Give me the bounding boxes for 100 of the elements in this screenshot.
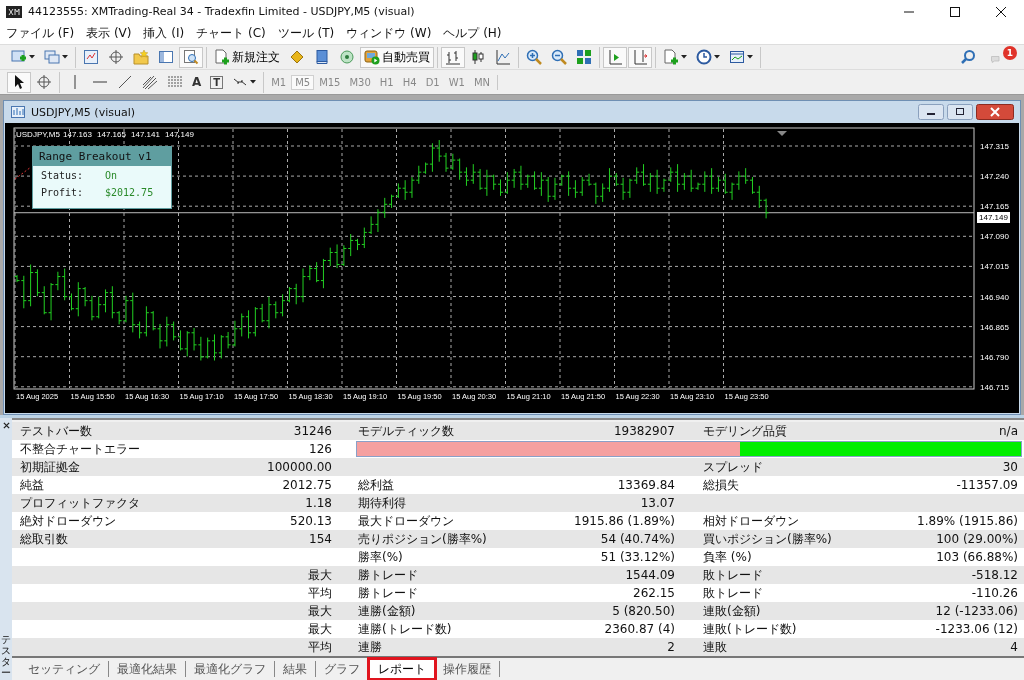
report-value: 最大 [308, 621, 332, 636]
price-value: 147.163 [63, 130, 92, 139]
price-value: 147.149 [165, 130, 194, 139]
chart-window-icon [10, 104, 26, 120]
panel-label: Profit: [41, 187, 85, 198]
report-label: 絶対ドローダウン [20, 513, 116, 528]
tab[interactable]: レポート [369, 659, 435, 679]
axis-label: 146.790 [980, 352, 1009, 362]
report-value: 100 (29.00%) [936, 532, 1018, 546]
report-value: 4 [1010, 640, 1018, 654]
crosshair-icon [36, 74, 52, 90]
tab[interactable]: セッティング [20, 661, 109, 677]
close-icon[interactable] [2, 422, 10, 429]
axis-play-icon [607, 49, 623, 65]
report-value: 最大 [308, 567, 332, 582]
report-value: 262.15 [633, 586, 675, 600]
axis-label: 147.090 [980, 232, 1009, 242]
caret-icon [250, 80, 257, 84]
report-value: 13.07 [640, 496, 675, 510]
report-value: n/a [999, 424, 1018, 438]
report-label: 総利益 [358, 477, 394, 492]
horizontal-line-icon [93, 81, 107, 83]
menu-item[interactable]: ファイル (F) [2, 25, 83, 42]
chart-square-icon [83, 49, 99, 65]
document-plus-icon [663, 49, 679, 65]
report-label: 敗トレード [703, 567, 763, 582]
chart-window-title: USDJPY,M5 (visual) [31, 105, 136, 119]
report-label: 連勝 [358, 639, 382, 654]
report-value: 1.89% (1915.86) [917, 514, 1018, 528]
axis-arrow-icon [632, 49, 648, 65]
report-label: 最大ドローダウン [358, 513, 454, 528]
menu-item[interactable]: ツール (T) [273, 25, 343, 42]
toolbar-text-button[interactable]: 新規注文 [210, 46, 284, 68]
axis-label: 146.865 [980, 322, 1009, 332]
menu-item[interactable]: 挿入 (I) [139, 25, 193, 42]
caret-icon [62, 55, 68, 59]
panel-icon [158, 49, 174, 65]
price-value: 147.141 [131, 130, 160, 139]
menu-item[interactable]: 表示 (V) [82, 25, 140, 42]
window-plus-icon [11, 49, 27, 65]
report-label: 期待利得 [358, 495, 406, 510]
panel-value: On [105, 170, 118, 181]
tab[interactable]: 操作履歴 [435, 661, 500, 677]
price-value: 147.165 [97, 130, 126, 139]
report-label: スプレッド [703, 459, 763, 474]
report-value: -110.26 [971, 586, 1018, 600]
zoom-in-icon [526, 49, 542, 65]
menu-item[interactable]: ヘルプ (H) [439, 25, 510, 42]
chart-symbol: USDJPY,M5 [16, 130, 60, 139]
clock-icon [696, 49, 712, 65]
book-icon [314, 49, 330, 65]
window-title: 44123555: XMTrading-Real 34 - Tradexfin Limited - USDJPY,M5 (visual) [28, 5, 416, 18]
report-label: 連勝(トレード数) [358, 621, 452, 636]
template-icon [729, 49, 745, 65]
report-label: 総取引数 [20, 531, 68, 546]
report-label: 買いポジション(勝率%) [703, 531, 832, 546]
report-value: 5 (820.50) [612, 604, 675, 618]
axis-label: 147.015 [980, 262, 1009, 272]
report-value: 1915.86 (1.89%) [574, 514, 675, 528]
tab[interactable]: 結果 [275, 661, 316, 677]
report-label: 連敗(金額) [703, 603, 761, 618]
diamond-icon [289, 49, 305, 65]
tab[interactable]: 最適化結果 [109, 661, 186, 677]
toolbar-button[interactable] [7, 71, 31, 93]
search-icon[interactable] [960, 49, 976, 65]
report-label: 連勝(金額) [358, 603, 416, 618]
restore-icon[interactable] [947, 104, 973, 120]
report-label: 初期証拠金 [20, 459, 80, 474]
trend-line-icon [117, 74, 133, 90]
axis-label: 147.240 [980, 172, 1009, 182]
report-value: 31246 [293, 424, 332, 438]
report-value: 100000.00 [267, 460, 332, 474]
panel-label: Status: [41, 170, 85, 181]
report-value: 平均 [308, 585, 332, 600]
report-value: 2 [667, 640, 675, 654]
report-label: モデリング品質 [703, 423, 787, 438]
close-icon[interactable] [976, 104, 1014, 120]
report-value: 126 [309, 442, 332, 456]
report-value: -1233.06 (12) [935, 622, 1018, 636]
tab[interactable]: 最適化グラフ [186, 661, 275, 677]
menu-item[interactable]: ウィンドウ (W) [342, 25, 440, 42]
axis-label: 146.715 [980, 382, 1009, 392]
menu-item[interactable]: チャート (C) [192, 25, 274, 42]
panel-value: $2012.75 [105, 187, 154, 198]
report-label: テストバー数 [20, 423, 92, 438]
toolbar-button[interactable]: A [188, 71, 206, 93]
line-chart-icon [495, 49, 511, 65]
trade-line [14, 166, 32, 180]
document-plus-icon [214, 49, 230, 65]
report-label: モデルティック数 [358, 423, 454, 438]
caret-icon [714, 55, 720, 59]
toolbar-text-button[interactable]: 自動売買 [360, 46, 434, 68]
report-value: -518.12 [971, 568, 1018, 582]
play-cube-icon [364, 49, 380, 65]
report-label: 勝トレード [358, 567, 418, 582]
current-price: 147.149 [977, 211, 1010, 223]
report-label: プロフィットファクタ [20, 495, 140, 510]
minimize-icon[interactable] [918, 104, 944, 120]
report-value: 19382907 [613, 424, 675, 438]
toolbar-button[interactable]: T [206, 71, 228, 93]
